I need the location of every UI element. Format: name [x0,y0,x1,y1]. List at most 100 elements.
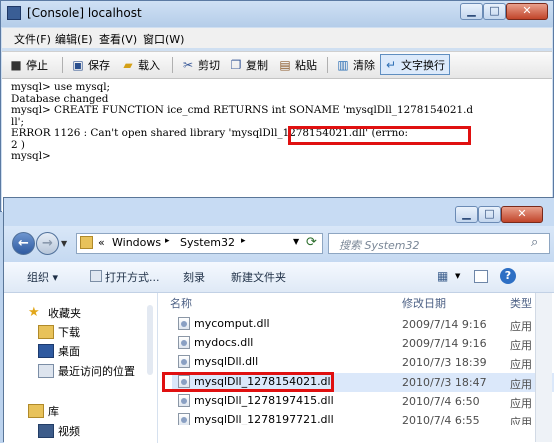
recent-places-icon [38,364,54,378]
search-box[interactable]: 搜索 System32 ⌕ [328,233,550,254]
copy-button[interactable]: ❐ 复制 [226,54,271,75]
burn-button[interactable]: 刻录 [183,269,205,285]
nav-item-desktop[interactable]: 桌面 [38,343,80,359]
toolbar-separator [327,57,328,73]
back-button[interactable]: ← [12,232,35,255]
table-row[interactable]: mysqlDll_1278197415.dll 2010/7/4 6:50 应用 [172,392,554,411]
explorer-window: ▁ □ ✕ ← → ▼ « Windows ▸ System32 ▸ ▼ ⟳ 搜… [3,197,554,443]
help-icon[interactable]: ? [500,268,516,284]
word-wrap-toggle[interactable]: ↵ 文字换行 [380,54,450,75]
file-list-scrollbar[interactable] [535,293,552,442]
nav-label: 库 [48,405,59,418]
nav-label: 收藏夹 [48,307,81,320]
maximize-button[interactable]: □ [483,3,506,20]
paste-button[interactable]: ▤ 粘贴 [275,54,320,75]
table-row[interactable]: mysqlDll.dll 2010/7/3 18:39 应用 [172,353,554,372]
breadcrumb-chevron-icon[interactable]: ▸ [241,236,246,246]
address-prefix[interactable]: « [98,236,105,249]
preview-pane-icon[interactable] [474,270,488,283]
open-with-button[interactable]: 打开方式... [105,269,160,285]
load-button[interactable]: ▰ 载入 [118,54,163,75]
new-folder-button[interactable]: 新建文件夹 [231,269,286,285]
file-date: 2009/7/14 9:16 [402,337,487,350]
dll-file-icon [178,413,190,425]
table-row[interactable]: mysqlDll_1278197721.dll 2010/7/4 6:55 应用 [172,411,554,425]
folder-icon [80,236,93,249]
close-button[interactable]: ✕ [506,3,548,20]
menu-window[interactable]: 窗口(W) [143,31,184,47]
address-bar[interactable]: « Windows ▸ System32 ▸ ▼ ⟳ [76,233,323,254]
address-part-system32[interactable]: System32 [180,236,235,249]
file-type: 应用 [510,378,532,391]
refresh-icon[interactable]: ⟳ [306,235,317,250]
console-line: 2 ) [11,138,25,151]
nav-item-videos[interactable]: 视频 [38,423,80,439]
explorer-close-button[interactable]: ✕ [501,206,543,223]
file-type: 应用 [510,358,532,371]
recent-pages-chevron-icon[interactable]: ▼ [61,239,67,248]
cut-button[interactable]: ✂ 剪切 [178,54,223,75]
paste-icon: ▤ [279,57,291,72]
explorer-command-bar: 组织 ▾ 打开方式... 刻录 新建文件夹 ▦ ▼ ? [4,262,554,293]
nav-label: 桌面 [58,345,80,358]
paste-label: 粘贴 [295,58,317,72]
breadcrumb-chevron-icon[interactable]: ▸ [165,236,170,246]
save-icon: ▣ [72,57,84,72]
save-button[interactable]: ▣ 保存 [68,54,113,75]
console-output[interactable]: mysql> use mysql; Database changed mysql… [2,79,552,212]
table-row[interactable]: mycomput.dll 2009/7/14 9:16 应用 [172,315,554,334]
menu-file[interactable]: 文件(F) [14,31,51,47]
clear-icon: ▥ [337,57,349,72]
dll-file-icon [178,336,190,349]
open-folder-icon: ▰ [123,57,133,72]
file-list: 名称 修改日期 类型 mycomput.dll 2009/7/14 9:16 应… [158,293,554,443]
console-app-icon [7,6,21,20]
console-line: mysql> use mysql; [11,81,111,93]
console-line: Database changed [11,92,109,105]
navigation-pane: ★ 收藏夹 下载 桌面 最近访问的位置 库 视频 [4,293,158,443]
explorer-maximize-button[interactable]: □ [478,206,501,223]
file-type: 应用 [510,339,532,352]
file-date: 2010/7/4 6:50 [402,395,480,408]
column-header-type[interactable]: 类型 [510,293,532,315]
clear-label: 清除 [353,58,375,72]
explorer-navigation-bar: ← → ▼ « Windows ▸ System32 ▸ ▼ ⟳ 搜索 Syst… [4,226,554,262]
navigation-pane-scrollbar[interactable] [147,305,153,375]
copy-label: 复制 [246,58,268,72]
file-date: 2010/7/3 18:39 [402,356,487,369]
stop-label: 停止 [26,58,48,72]
nav-item-favorites[interactable]: ★ 收藏夹 [28,305,81,321]
address-dropdown-icon[interactable]: ▼ [293,237,299,246]
nav-item-downloads[interactable]: 下载 [38,324,80,340]
file-date: 2010/7/4 6:55 [402,414,480,425]
column-header-name[interactable]: 名称 [170,293,192,315]
stop-button[interactable]: ■ 停止 [6,54,51,75]
explorer-minimize-button[interactable]: ▁ [455,206,478,223]
column-header-date[interactable]: 修改日期 [402,293,446,315]
minimize-button[interactable]: ▁ [460,3,483,20]
clear-button[interactable]: ▥ 清除 [333,54,378,75]
view-dropdown-icon[interactable]: ▼ [455,272,460,280]
library-icon [28,404,44,418]
file-date: 2010/7/3 18:47 [402,376,487,389]
menu-edit[interactable]: 编辑(E) [55,31,93,47]
nav-item-libraries[interactable]: 库 [28,403,59,419]
search-icon[interactable]: ⌕ [531,235,538,250]
console-window: [Console] localhost ▁ □ ✕ 文件(F) 编辑(E) 查看… [0,0,554,212]
organize-button[interactable]: 组织 ▾ [27,269,58,285]
view-options-icon[interactable]: ▦ [437,269,448,283]
forward-button[interactable]: → [36,232,59,255]
nav-item-recent-places[interactable]: 最近访问的位置 [38,363,135,379]
address-part-windows[interactable]: Windows [112,236,161,249]
toolbar-separator [172,57,173,73]
desktop-icon [38,344,54,358]
search-input[interactable]: 搜索 System32 [339,237,420,253]
word-wrap-icon: ↵ [385,57,397,72]
toolbar-separator [62,57,63,73]
menu-view[interactable]: 查看(V) [99,31,137,47]
file-name: mysqlDll_1278197721.dll [194,413,334,425]
table-row[interactable]: mydocs.dll 2009/7/14 9:16 应用 [172,334,554,353]
console-title-bar[interactable]: [Console] localhost ▁ □ ✕ [1,1,553,27]
save-label: 保存 [88,58,110,72]
file-name: mycomput.dll [194,317,270,330]
